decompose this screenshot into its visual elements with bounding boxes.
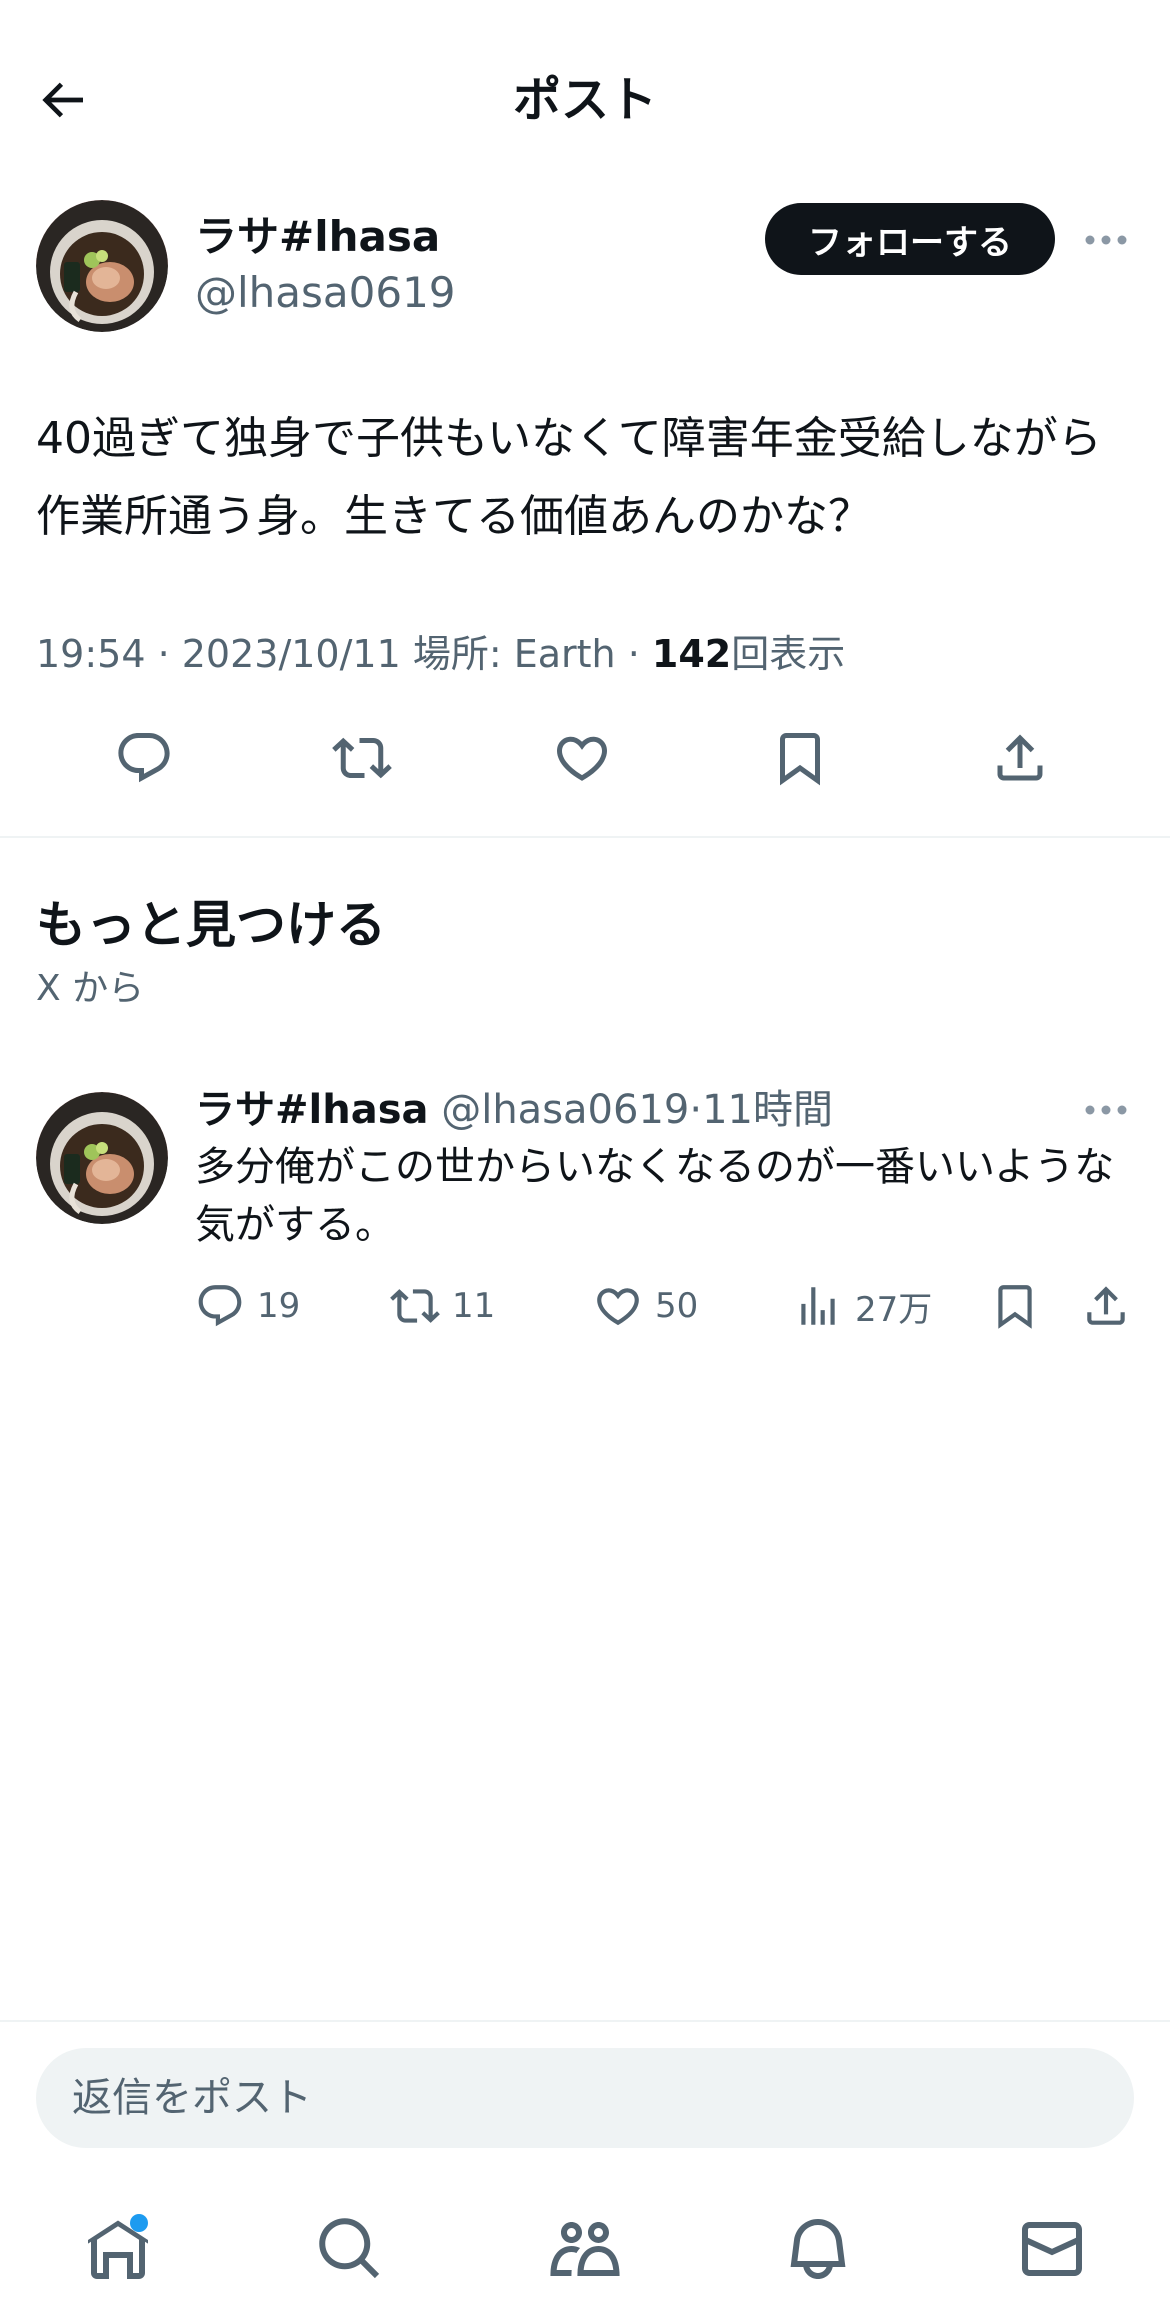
recommended-author-name[interactable]: ラサ#lhasa bbox=[195, 1087, 429, 1133]
post-timestamp-location: 19:54 · 2023/10/11 場所: Earth · bbox=[36, 632, 652, 676]
views-label: 回表示 bbox=[731, 632, 846, 676]
recommended-post-text[interactable]: 多分俺がこの世からいなくなるのが一番いいような気がする。 bbox=[195, 1138, 1145, 1254]
like-icon[interactable] bbox=[542, 718, 622, 798]
discover-more-subtitle: X から bbox=[36, 968, 145, 1009]
notification-dot bbox=[130, 2214, 148, 2232]
notifications-icon[interactable] bbox=[768, 2204, 868, 2294]
recommended-author-handle[interactable]: @lhasa0619 bbox=[441, 1087, 689, 1133]
recommended-action-bar: 19 11 50 27万 bbox=[195, 1276, 1145, 1336]
reply-count: 19 bbox=[257, 1286, 301, 1326]
post-meta: 19:54 · 2023/10/11 場所: Earth · 142回表示 bbox=[36, 626, 845, 682]
post-text: 40過ぎて独身で子供もいなくて障害年金受給しながら作業所通う身。生きてる価値あん… bbox=[36, 413, 1102, 542]
separator-dot: · bbox=[689, 1087, 703, 1133]
repost-count: 11 bbox=[452, 1286, 496, 1326]
bottom-navigation bbox=[0, 2180, 1170, 2320]
like-icon bbox=[597, 1288, 639, 1326]
discover-more-heading: もっと見つける bbox=[36, 896, 386, 954]
author-handle[interactable]: @lhasa0619 bbox=[195, 266, 456, 320]
bookmark-icon bbox=[998, 1285, 1032, 1329]
like-button[interactable]: 50 bbox=[593, 1276, 698, 1336]
reply-button[interactable]: 19 bbox=[195, 1276, 300, 1336]
follow-button[interactable]: フォローする bbox=[765, 203, 1055, 275]
views-button[interactable]: 27万 bbox=[793, 1276, 932, 1336]
bookmark-button[interactable] bbox=[990, 1276, 1052, 1336]
reply-icon[interactable] bbox=[104, 718, 184, 798]
home-icon[interactable] bbox=[68, 2204, 168, 2294]
views-count: 142 bbox=[651, 632, 732, 676]
share-button[interactable] bbox=[1081, 1276, 1143, 1336]
share-icon[interactable] bbox=[980, 718, 1060, 798]
top-app-bar: ポスト bbox=[0, 0, 1170, 190]
author-name[interactable]: ラサ#lhasa bbox=[195, 210, 440, 264]
views-icon bbox=[801, 1287, 835, 1325]
page-title: ポスト bbox=[512, 72, 657, 128]
share-icon bbox=[1087, 1286, 1125, 1325]
like-count: 50 bbox=[655, 1286, 699, 1326]
communities-icon[interactable] bbox=[535, 2204, 635, 2294]
search-icon[interactable] bbox=[300, 2204, 400, 2294]
repost-icon[interactable] bbox=[322, 718, 402, 798]
reply-icon bbox=[198, 1285, 242, 1327]
reply-input[interactable] bbox=[36, 2048, 1134, 2148]
reply-bar-divider bbox=[0, 2020, 1170, 2022]
repost-icon bbox=[390, 1289, 440, 1323]
views-count: 27万 bbox=[855, 1289, 933, 1330]
more-options-icon[interactable] bbox=[1076, 1090, 1136, 1130]
post-action-bar bbox=[0, 718, 1170, 798]
messages-icon[interactable] bbox=[1002, 2204, 1102, 2294]
bookmark-icon[interactable] bbox=[760, 718, 840, 798]
author-avatar[interactable] bbox=[36, 200, 168, 332]
section-divider bbox=[0, 836, 1170, 838]
recommended-post-time[interactable]: 11時間 bbox=[702, 1087, 833, 1133]
more-options-icon[interactable] bbox=[1076, 220, 1136, 260]
repost-button[interactable]: 11 bbox=[390, 1276, 495, 1336]
recommended-author-avatar[interactable] bbox=[36, 1092, 168, 1224]
recommended-post-header: ラサ#lhasa @lhasa0619·11時間 bbox=[195, 1082, 833, 1138]
